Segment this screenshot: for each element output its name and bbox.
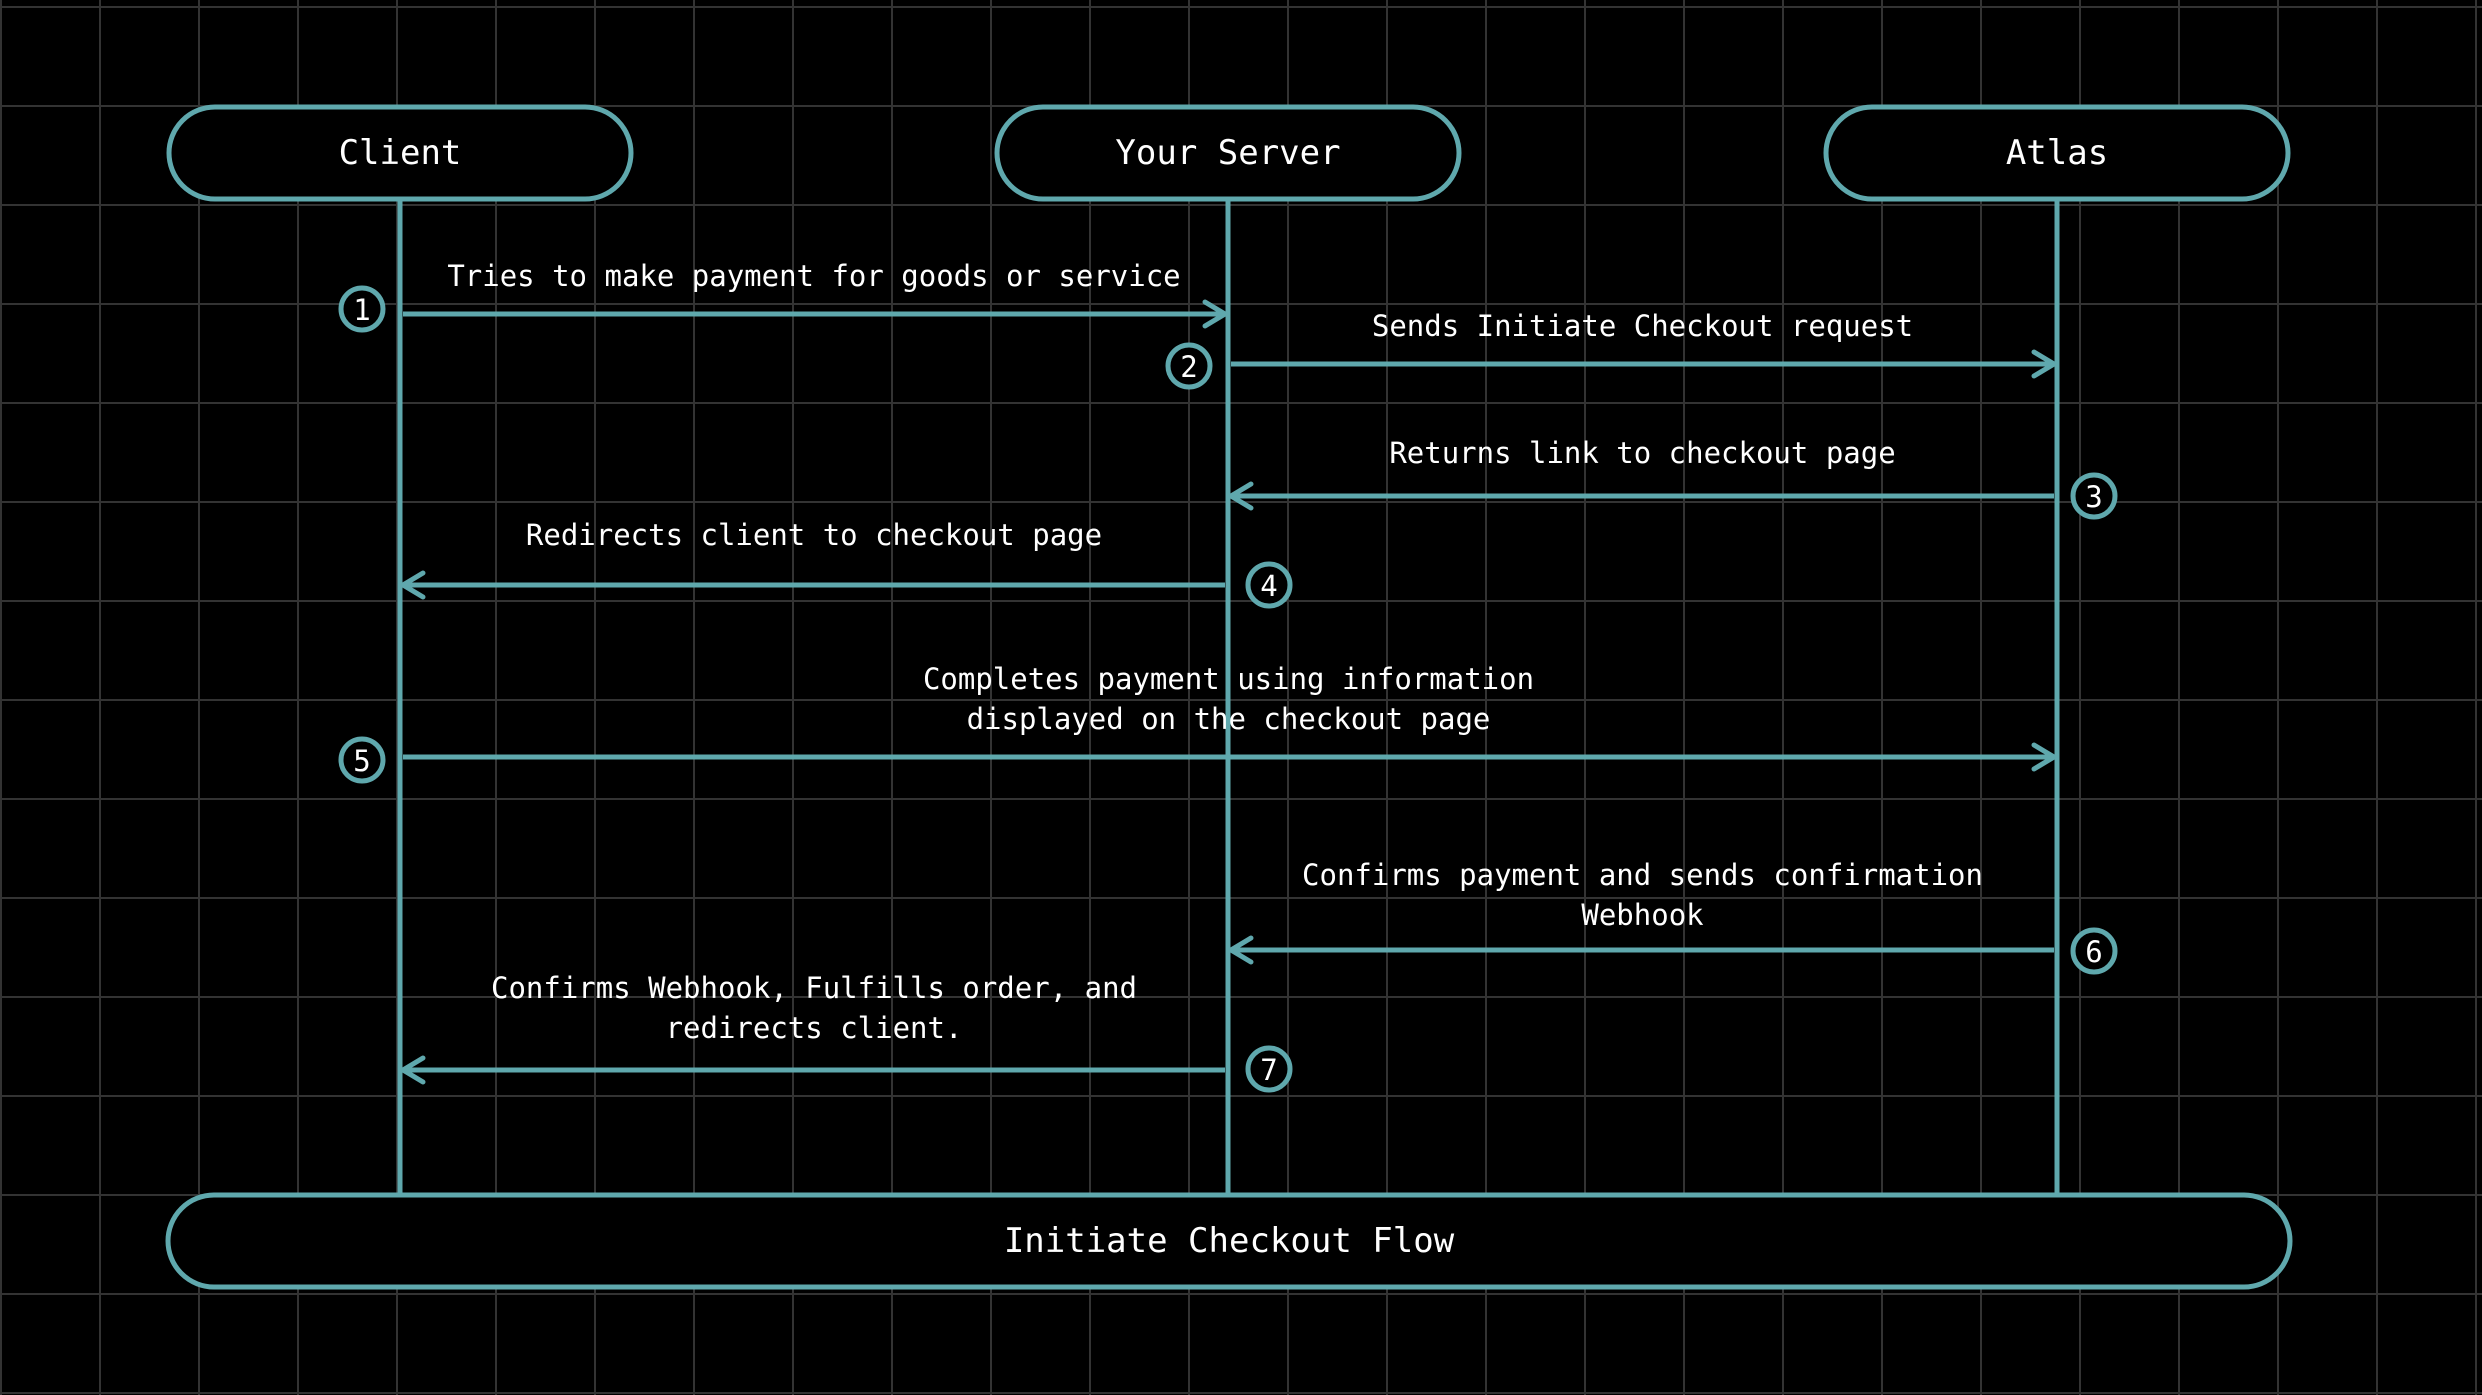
message-step-1: Tries to make payment for goods or servi… (338, 259, 1228, 333)
diagram-canvas: Client Your Server Atlas Initiate Checkout… (0, 0, 2482, 1395)
message-step-4: Redirects client to checkout page 4 (400, 518, 1293, 609)
message-label: Returns link to checkout page (1389, 436, 1895, 470)
step-number: 3 (2085, 480, 2102, 514)
message-step-3: Returns link to checkout page 3 (1228, 436, 2118, 520)
actor-atlas: Atlas (1823, 104, 2291, 202)
actor-server: Your Server (994, 104, 1462, 202)
message-label: Confirms payment and sends confirmation (1302, 858, 1983, 892)
step-number: 2 (1180, 350, 1197, 384)
message-label: Redirects client to checkout page (526, 518, 1102, 552)
step-number: 4 (1260, 569, 1277, 603)
footer-banner: Initiate Checkout Flow (165, 1192, 2293, 1290)
message-label: Confirms Webhook, Fulfills order, and (491, 971, 1137, 1005)
message-label: displayed on the checkout page (967, 702, 1491, 736)
message-step-7: Confirms Webhook, Fulfills order, and red… (400, 971, 1293, 1093)
message-label: Tries to make payment for goods or servi… (447, 259, 1180, 293)
actor-label-server: Your Server (1115, 133, 1340, 173)
step-number: 5 (353, 744, 370, 778)
message-step-2: Sends Initiate Checkout request 2 (1165, 309, 2057, 390)
message-label: Sends Initiate Checkout request (1372, 309, 1913, 343)
message-step-6: Confirms payment and sends confirmation W… (1228, 858, 2118, 975)
message-label: redirects client. (666, 1011, 963, 1045)
step-number: 7 (1260, 1053, 1277, 1087)
message-label: Webhook (1581, 898, 1704, 932)
actor-label-atlas: Atlas (2006, 133, 2108, 173)
footer-label: Initiate Checkout Flow (1004, 1221, 1455, 1261)
message-step-5: Completes payment using information displ… (338, 662, 2057, 784)
step-number: 6 (2085, 935, 2102, 969)
actor-label-client: Client (339, 133, 462, 173)
message-label: Completes payment using information (923, 662, 1534, 696)
actor-client: Client (166, 104, 634, 202)
step-number: 1 (353, 293, 370, 327)
sequence-diagram: Client Your Server Atlas Initiate Checkout… (165, 104, 2293, 1290)
